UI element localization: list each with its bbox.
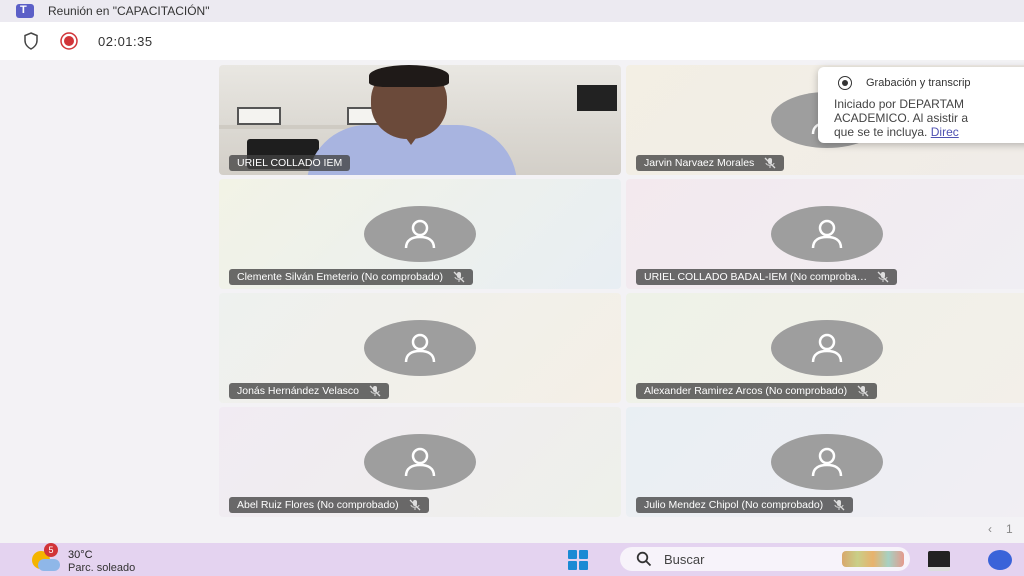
participant-name: Jarvin Narvaez Morales <box>644 157 755 169</box>
mic-off-icon <box>833 499 845 511</box>
participant-tile-video[interactable]: URIEL COLLADO IEM <box>219 65 621 175</box>
privacy-link[interactable]: Direc <box>931 125 959 139</box>
search-icon <box>636 551 652 567</box>
notification-line: que se te incluya. Direc <box>834 125 959 139</box>
weather-description: Parc. soleado <box>68 562 136 574</box>
tv-screen <box>577 85 617 111</box>
page-number[interactable]: 1 <box>1006 522 1013 536</box>
participant-name: Clemente Silván Emeterio (No comprobado) <box>237 271 444 283</box>
participant-name-tag: Alexander Ramirez Arcos (No comprobado) <box>636 383 878 399</box>
mic-off-icon <box>409 499 421 511</box>
avatar <box>364 206 476 262</box>
search-label: Buscar <box>664 551 705 567</box>
participant-name: URIEL COLLADO BADAL-IEM (No comproba… <box>644 271 868 283</box>
notification-line: Iniciado por DEPARTAM <box>834 97 965 111</box>
record-icon[interactable] <box>58 30 80 52</box>
participant-tile[interactable]: Julio Mendez Chipol (No comprobado) <box>626 407 1024 517</box>
weather-widget[interactable]: 5 30°C Parc. soleado <box>30 543 180 575</box>
person-icon <box>404 333 436 363</box>
meeting-timer: 02:01:35 <box>98 33 153 49</box>
participant-name: Julio Mendez Chipol (No comprobado) <box>644 499 824 511</box>
avatar <box>771 320 883 376</box>
notification-header: Grabación y transcrip <box>838 76 971 90</box>
mic-off-icon <box>764 157 776 169</box>
avatar <box>364 434 476 490</box>
mic-off-icon <box>857 385 869 397</box>
participant-name: URIEL COLLADO IEM <box>237 157 343 169</box>
recording-notification[interactable]: Grabación y transcrip Iniciado por DEPAR… <box>818 67 1024 143</box>
participant-name-tag: Jonás Hernández Velasco <box>229 383 389 399</box>
notification-line: ACADEMICO. Al asistir a <box>834 111 969 125</box>
taskbar-app-icon[interactable] <box>928 551 950 571</box>
taskbar: 5 30°C Parc. soleado Buscar <box>0 543 1024 576</box>
participant-name: Abel Ruiz Flores (No comprobado) <box>237 499 399 511</box>
avatar <box>771 206 883 262</box>
person-icon <box>811 219 843 249</box>
notification-title: Grabación y transcrip <box>866 77 971 89</box>
meeting-toolbar: 02:01:35 <box>0 22 1024 60</box>
person-icon <box>404 447 436 477</box>
participant-tile[interactable]: Alexander Ramirez Arcos (No comprobado) <box>626 293 1024 403</box>
participant-tile[interactable]: URIEL COLLADO BADAL-IEM (No comproba… <box>626 179 1024 289</box>
mic-off-icon <box>877 271 889 283</box>
participant-name-tag: Clemente Silván Emeterio (No comprobado) <box>229 269 474 285</box>
avatar <box>771 434 883 490</box>
taskbar-teams-icon[interactable] <box>988 550 1012 570</box>
participant-name-tag: URIEL COLLADO BADAL-IEM (No comproba… <box>636 269 898 285</box>
participant-tile[interactable]: Clemente Silván Emeterio (No comprobado) <box>219 179 621 289</box>
participant-name-tag: Jarvin Narvaez Morales <box>636 155 785 171</box>
weather-temperature: 30°C <box>68 549 93 561</box>
participant-name-tag: Julio Mendez Chipol (No comprobado) <box>636 497 854 513</box>
person-icon <box>811 333 843 363</box>
participant-tile[interactable]: Jonás Hernández Velasco <box>219 293 621 403</box>
notification-text: que se te incluya. <box>834 125 931 139</box>
pagination: ‹ 1 <box>988 522 1013 536</box>
person-hair <box>369 65 449 87</box>
taskbar-search[interactable]: Buscar <box>620 547 910 571</box>
participant-name-tag: URIEL COLLADO IEM <box>229 155 351 171</box>
shield-icon[interactable] <box>20 30 42 52</box>
participant-tile[interactable]: Abel Ruiz Flores (No comprobado) <box>219 407 621 517</box>
avatar <box>364 320 476 376</box>
title-bar: Reunión en "CAPACITACIÓN" <box>0 0 1024 22</box>
window-title: Reunión en "CAPACITACIÓN" <box>48 4 210 18</box>
participant-name: Alexander Ramirez Arcos (No comprobado) <box>644 385 848 397</box>
person-icon <box>404 219 436 249</box>
previous-page-button[interactable]: ‹ <box>988 522 992 536</box>
recording-status-icon <box>838 76 852 90</box>
participant-name-tag: Abel Ruiz Flores (No comprobado) <box>229 497 429 513</box>
teams-logo-icon <box>16 4 34 18</box>
mic-off-icon <box>369 385 381 397</box>
weather-badge: 5 <box>44 543 58 557</box>
windows-start-icon[interactable] <box>568 550 588 570</box>
search-highlight-image <box>842 551 904 567</box>
person-icon <box>811 447 843 477</box>
mic-off-icon <box>453 271 465 283</box>
participant-name: Jonás Hernández Velasco <box>237 385 359 397</box>
wall-frame <box>237 107 281 125</box>
